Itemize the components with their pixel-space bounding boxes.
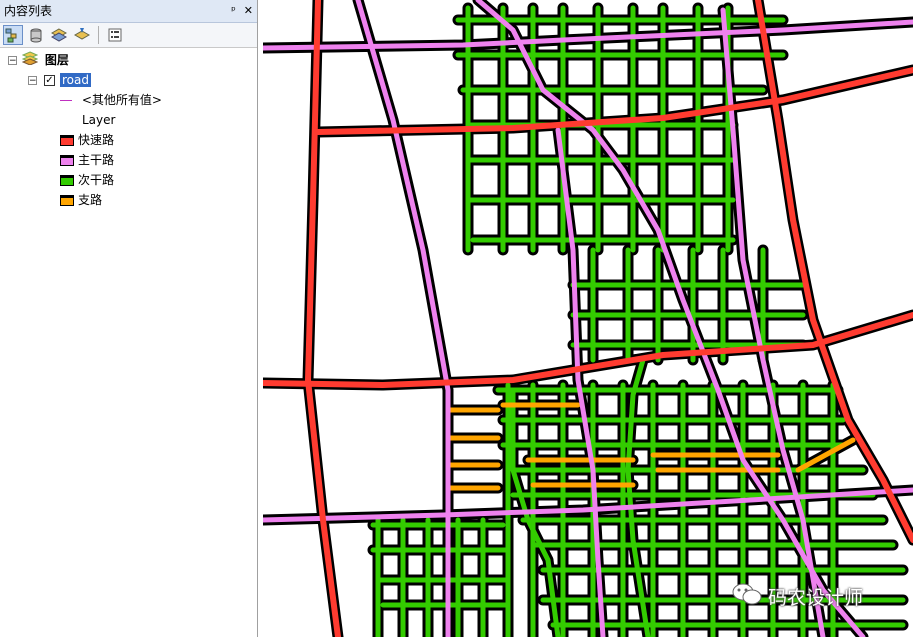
watermark: 码农设计师 xyxy=(732,582,863,611)
toc-toolbar xyxy=(0,23,257,48)
panel-title: 内容列表 xyxy=(4,4,53,18)
field-name-row: Layer xyxy=(82,111,115,129)
legend-label: 支路 xyxy=(78,193,103,207)
legend-row-express[interactable]: 快速路 xyxy=(78,131,114,149)
road-network-map[interactable] xyxy=(263,0,913,637)
collapse-group-icon[interactable]: − xyxy=(8,56,17,66)
panel-title-bar: 内容列表 ᵖ ✕ xyxy=(0,0,257,23)
other-values-line-icon xyxy=(60,100,72,101)
list-by-selection-icon[interactable] xyxy=(72,25,92,45)
options-icon[interactable] xyxy=(105,25,125,45)
list-by-source-icon[interactable] xyxy=(26,25,46,45)
field-name-label: Layer xyxy=(82,113,116,127)
road-layer-row[interactable]: road xyxy=(60,71,91,89)
legend-label: 主干路 xyxy=(78,153,115,167)
layers-stack-icon xyxy=(21,51,39,70)
secondary-road-swatch[interactable] xyxy=(60,175,74,186)
road-visibility-checkbox[interactable]: ✓ xyxy=(44,75,55,86)
legend-row-secondary[interactable]: 次干路 xyxy=(78,171,114,189)
other-values-row[interactable]: <其他所有值> xyxy=(60,91,162,109)
map-view[interactable] xyxy=(263,0,913,637)
layers-group-row[interactable]: 图层 xyxy=(21,51,69,70)
wechat-icon xyxy=(732,582,762,611)
road-layer-label[interactable]: road xyxy=(60,73,91,87)
toolbar-separator xyxy=(98,26,99,44)
pin-icon[interactable]: ᵖ xyxy=(231,0,236,22)
branch-road-swatch[interactable] xyxy=(60,195,74,206)
layers-group-label: 图层 xyxy=(44,53,69,67)
close-icon[interactable]: ✕ xyxy=(244,0,253,22)
watermark-text: 码农设计师 xyxy=(768,587,864,609)
table-of-contents-panel: 内容列表 ᵖ ✕ − 图层 − ✓ road <其他所有值> Layer 快速路… xyxy=(0,0,258,637)
legend-row-branch[interactable]: 支路 xyxy=(78,191,102,209)
legend-label: 快速路 xyxy=(78,133,115,147)
express-road-segment xyxy=(315,67,913,135)
legend-row-arterial[interactable]: 主干路 xyxy=(78,151,114,169)
list-by-drawing-order-icon[interactable] xyxy=(3,25,23,45)
arterial-road-swatch[interactable] xyxy=(60,155,74,166)
express-road-swatch[interactable] xyxy=(60,135,74,146)
collapse-layer-icon[interactable]: − xyxy=(28,76,37,86)
list-by-visibility-icon[interactable] xyxy=(49,25,69,45)
other-values-label: <其他所有值> xyxy=(81,93,162,107)
legend-label: 次干路 xyxy=(78,173,115,187)
